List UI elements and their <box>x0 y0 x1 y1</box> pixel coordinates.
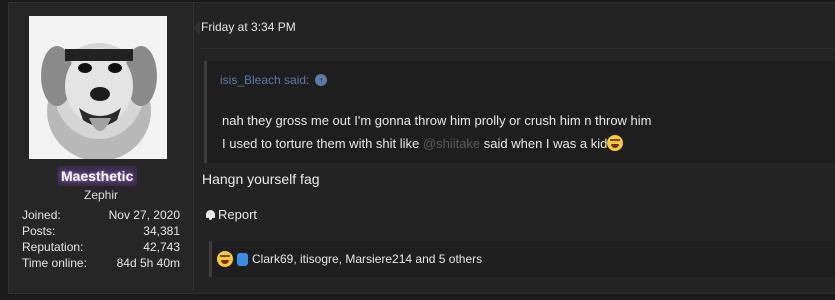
stat-value: 42,743 <box>143 240 180 254</box>
stat-value: 84d 5h 40m <box>116 256 180 270</box>
stat-label: Joined: <box>22 208 61 222</box>
post-message: Hangn yourself fag <box>202 171 320 187</box>
stat-label: Time online: <box>22 256 87 270</box>
quote-text-line-1: nah they gross me out I'm gonna throw hi… <box>222 113 652 128</box>
mention-link[interactable]: @shiitake <box>423 136 480 151</box>
user-cell-arrow <box>193 21 200 35</box>
stat-value: Nov 27, 2020 <box>108 208 180 222</box>
report-label: Report <box>218 207 258 222</box>
user-info-panel: Maesthetic Zephir Joined: Nov 27, 2020 P… <box>9 3 194 291</box>
post-content: Friday at 3:34 PM isis_Bleach said: ↑ na… <box>201 3 835 291</box>
user-stats: Joined: Nov 27, 2020 Posts: 34,381 Reput… <box>22 207 180 271</box>
stat-label: Posts: <box>22 224 56 238</box>
quote-author[interactable]: isis_Bleach said: <box>220 73 309 87</box>
stat-value: 34,381 <box>143 224 180 238</box>
bell-icon <box>205 209 216 221</box>
quote-text-segment: I used to torture them with shit like <box>222 136 423 151</box>
quote-block: isis_Bleach said: ↑ nah they gross me ou… <box>204 61 835 163</box>
reactions-list[interactable]: Clark69, itisogre, Marsiere214 and 5 oth… <box>252 252 482 266</box>
user-avatar[interactable] <box>29 16 167 159</box>
post-date[interactable]: Friday at 3:34 PM <box>201 20 296 34</box>
arrow-up-circle-icon[interactable]: ↑ <box>315 74 328 86</box>
divider <box>201 48 835 49</box>
stat-time-online: Time online: 84d 5h 40m <box>22 255 180 271</box>
quote-text-line-2: I used to torture them with shit like @s… <box>222 135 624 151</box>
quote-author-link[interactable]: isis_Bleach said: ↑ <box>220 73 328 87</box>
thumbs-up-icon <box>237 252 248 266</box>
stat-posts: Posts: 34,381 <box>22 223 180 239</box>
avatar-dog-image <box>29 16 167 159</box>
report-button[interactable]: Report <box>205 207 257 222</box>
laughing-emoji-icon <box>217 251 233 267</box>
stat-joined: Joined: Nov 27, 2020 <box>22 207 180 223</box>
laughing-emoji-icon <box>607 135 624 151</box>
username[interactable]: Maesthetic <box>57 166 138 186</box>
post-container: Maesthetic Zephir Joined: Nov 27, 2020 P… <box>8 2 835 294</box>
reactions-bar[interactable]: Clark69, itisogre, Marsiere214 and 5 oth… <box>209 241 835 277</box>
stat-label: Reputation: <box>22 240 84 254</box>
user-title: Zephir <box>83 188 118 202</box>
quote-text-segment: said when I was a kid <box>480 136 608 151</box>
stat-reputation: Reputation: 42,743 <box>22 239 180 255</box>
